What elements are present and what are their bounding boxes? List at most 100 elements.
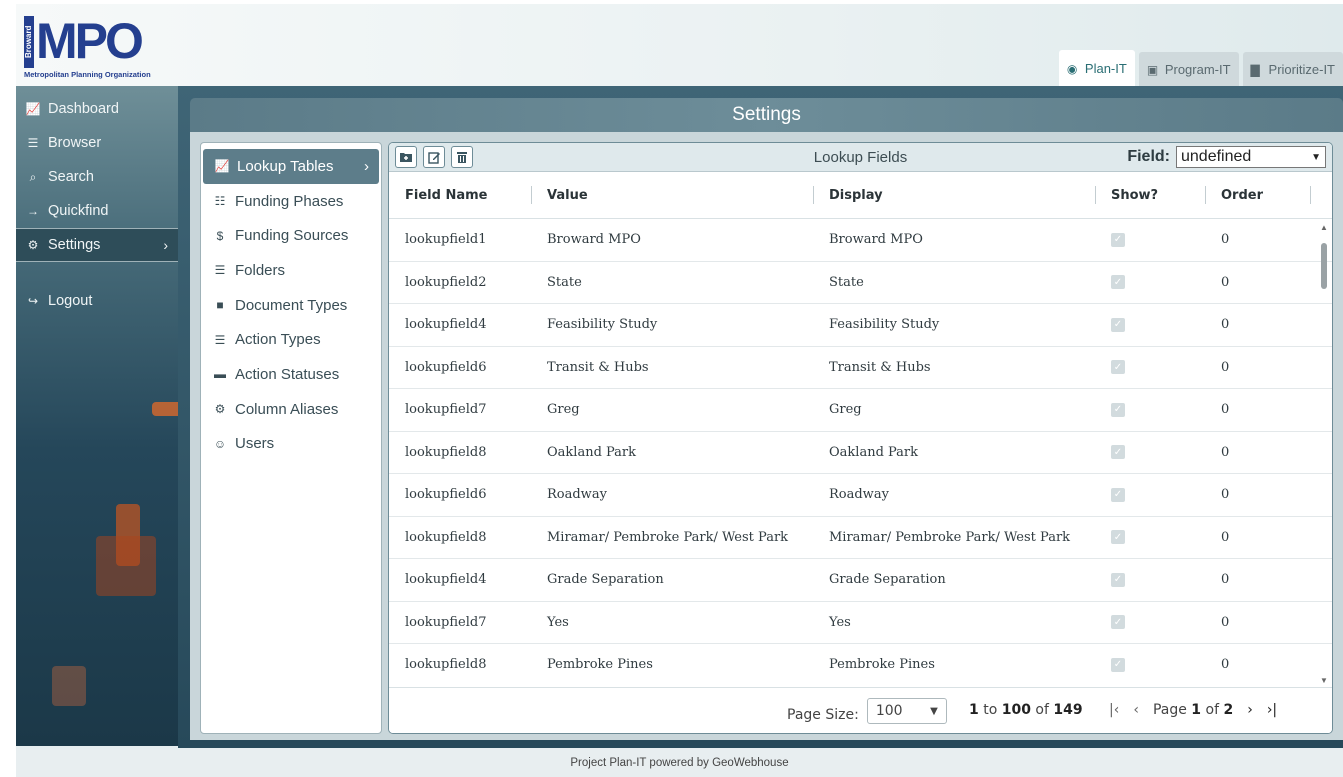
- cell-show: ✓: [1095, 572, 1205, 587]
- table-row[interactable]: lookupfield8 Oakland Park Oakland Park ✓ 0: [389, 432, 1332, 474]
- show-checkbox[interactable]: ✓: [1111, 572, 1125, 587]
- broward-mpo-logo[interactable]: Broward MPO Metropolitan Planning Organi…: [24, 12, 184, 79]
- show-checkbox[interactable]: ✓: [1111, 657, 1125, 672]
- table-row[interactable]: lookupfield4 Feasibility Study Feasibility…: [389, 304, 1332, 347]
- cell-field-name: lookupfield6: [405, 359, 487, 375]
- edit-button[interactable]: [423, 146, 445, 168]
- show-checkbox[interactable]: ✓: [1111, 360, 1125, 375]
- app-tab-plan-it[interactable]: ◉ Plan-IT: [1058, 50, 1135, 86]
- settings-menu-label: Action Types: [235, 331, 321, 349]
- chart-line-icon: 📈: [214, 159, 230, 174]
- settings-menu-item-folders[interactable]: ☰ Folders: [201, 253, 381, 288]
- app-tabs: ◉ Plan-IT ▣ Program-IT ▇ Prioritize-IT: [1058, 50, 1343, 86]
- show-checkbox[interactable]: ✓: [1111, 487, 1125, 502]
- footer: Project Plan-IT powered by GeoWebhouse: [16, 749, 1343, 777]
- table-row[interactable]: lookupfield7 Greg Greg ✓ 0: [389, 389, 1332, 432]
- previous-page-icon[interactable]: ‹: [1133, 702, 1139, 718]
- page-size: Page Size: 100 ▼: [787, 698, 947, 728]
- settings-menu-item-funding-sources[interactable]: $ Funding Sources: [201, 218, 381, 253]
- show-checkbox[interactable]: ✓: [1111, 445, 1125, 460]
- table-row[interactable]: lookupfield8 Miramar/ Pembroke Park/ West…: [389, 517, 1332, 559]
- hand-dollar-icon: $: [216, 228, 224, 243]
- table-row[interactable]: lookupfield4 Grade Separation Grade Separa…: [389, 559, 1332, 602]
- column-header-show[interactable]: Show?: [1095, 185, 1205, 204]
- server-icon: ▬: [214, 367, 226, 382]
- nav-item-browser[interactable]: ☰ Browser: [16, 126, 178, 160]
- vertical-scrollbar[interactable]: ▲ ▼: [1316, 221, 1332, 687]
- first-page-icon[interactable]: |‹: [1109, 702, 1119, 718]
- left-nav: 📈 Dashboard ☰ Browser ⌕ Search → Quickfind ⚙ Sett…: [16, 86, 182, 746]
- cell-display: Miramar/ Pembroke Park/ West Park: [829, 529, 1071, 545]
- arrow-right-icon: →: [27, 204, 39, 218]
- nav-item-logout[interactable]: ↪ Logout: [16, 284, 178, 318]
- nav-item-search[interactable]: ⌕ Search: [16, 160, 178, 194]
- background-graphic: [96, 536, 156, 596]
- folder-tree-icon: ☰: [214, 263, 226, 278]
- app-tab-program-it[interactable]: ▣ Program-IT: [1138, 52, 1239, 86]
- settings-menu-item-document-types[interactable]: ■ Document Types: [201, 288, 381, 323]
- cell-display: Roadway: [829, 487, 889, 503]
- table-row[interactable]: lookupfield6 Transit & Hubs Transit & Hubs…: [389, 347, 1332, 389]
- nav-item-settings[interactable]: ⚙ Settings ›: [16, 228, 178, 262]
- cell-show: ✓: [1095, 530, 1205, 545]
- nav-item-label: Settings: [48, 237, 101, 253]
- settings-menu-label: Document Types: [235, 296, 348, 314]
- cell-value: Feasibility Study: [547, 317, 658, 333]
- cell-display: Oakland Park: [829, 444, 919, 460]
- table-row[interactable]: lookupfield7 Yes Yes ✓ 0: [389, 602, 1332, 644]
- page-size-label: Page Size:: [787, 707, 859, 723]
- scrollbar-thumb[interactable]: [1321, 243, 1327, 289]
- table-row[interactable]: lookupfield1 Broward MPO Broward MPO ✓ 0: [389, 219, 1332, 262]
- scroll-up-icon[interactable]: ▲: [1320, 223, 1328, 232]
- show-checkbox[interactable]: ✓: [1111, 317, 1125, 332]
- app-tab-prioritize-it[interactable]: ▇ Prioritize-IT: [1242, 52, 1343, 86]
- cell-field-name: lookupfield1: [405, 232, 487, 248]
- last-page-icon[interactable]: ›|: [1267, 702, 1277, 718]
- cell-order: 0: [1221, 359, 1230, 375]
- add-folder-icon: [400, 153, 412, 162]
- next-page-icon[interactable]: ›: [1247, 702, 1253, 718]
- search-icon: ⌕: [29, 169, 37, 184]
- cell-display: Greg: [829, 402, 862, 418]
- add-folder-button[interactable]: [395, 146, 417, 168]
- show-checkbox[interactable]: ✓: [1111, 402, 1125, 417]
- column-header-display[interactable]: Display: [813, 185, 1095, 204]
- app-tab-label: Prioritize-IT: [1268, 61, 1335, 77]
- settings-menu-item-lookup-tables[interactable]: 📈 Lookup Tables ›: [203, 149, 379, 184]
- nav-item-quickfind[interactable]: → Quickfind: [16, 194, 178, 228]
- settings-menu-item-action-statuses[interactable]: ▬ Action Statuses: [201, 357, 381, 392]
- nav-item-dashboard[interactable]: 📈 Dashboard: [16, 92, 178, 126]
- lookup-fields-grid: Lookup Fields Field: undefined ▼ Field N…: [388, 142, 1333, 734]
- trash-icon: [457, 151, 467, 163]
- show-checkbox[interactable]: ✓: [1111, 615, 1125, 630]
- cell-value: Transit & Hubs: [547, 359, 649, 375]
- edit-icon: [427, 151, 440, 164]
- table-row[interactable]: lookupfield6 Roadway Roadway ✓ 0: [389, 474, 1332, 517]
- settings-menu: 📈 Lookup Tables › ☷ Funding Phases $ Funding S…: [200, 142, 382, 734]
- page-size-select[interactable]: 100 ▼: [866, 698, 947, 724]
- page-word: Page: [1152, 702, 1187, 718]
- table-row[interactable]: lookupfield8 Pembroke Pines Pembroke Pines…: [389, 644, 1332, 685]
- column-header-field-name[interactable]: Field Name: [389, 188, 531, 203]
- cell-order: 0: [1221, 232, 1230, 248]
- column-header-value[interactable]: Value: [531, 185, 813, 204]
- cell-order: 0: [1221, 487, 1230, 503]
- cell-display: State: [829, 274, 864, 290]
- show-checkbox[interactable]: ✓: [1111, 275, 1125, 290]
- settings-menu-item-users[interactable]: ☺ Users: [201, 427, 381, 462]
- scroll-down-icon[interactable]: ▼: [1320, 676, 1328, 685]
- settings-menu-item-funding-phases[interactable]: ☷ Funding Phases: [201, 184, 381, 219]
- field-select[interactable]: undefined ▼: [1176, 146, 1326, 168]
- nav-item-label: Logout: [48, 293, 93, 309]
- show-checkbox[interactable]: ✓: [1111, 530, 1125, 545]
- table-row[interactable]: lookupfield2 State State ✓ 0: [389, 262, 1332, 304]
- nav-item-label: Browser: [48, 135, 102, 151]
- settings-menu-item-column-aliases[interactable]: ⚙ Column Aliases: [201, 392, 381, 427]
- settings-menu-label: Funding Sources: [235, 227, 349, 245]
- settings-menu-item-action-types[interactable]: ☰ Action Types: [201, 322, 381, 357]
- show-checkbox[interactable]: ✓: [1111, 232, 1125, 247]
- cell-value: Grade Separation: [547, 572, 664, 588]
- delete-button[interactable]: [451, 146, 473, 168]
- column-header-order[interactable]: Order: [1205, 185, 1311, 204]
- cell-order: 0: [1221, 317, 1230, 333]
